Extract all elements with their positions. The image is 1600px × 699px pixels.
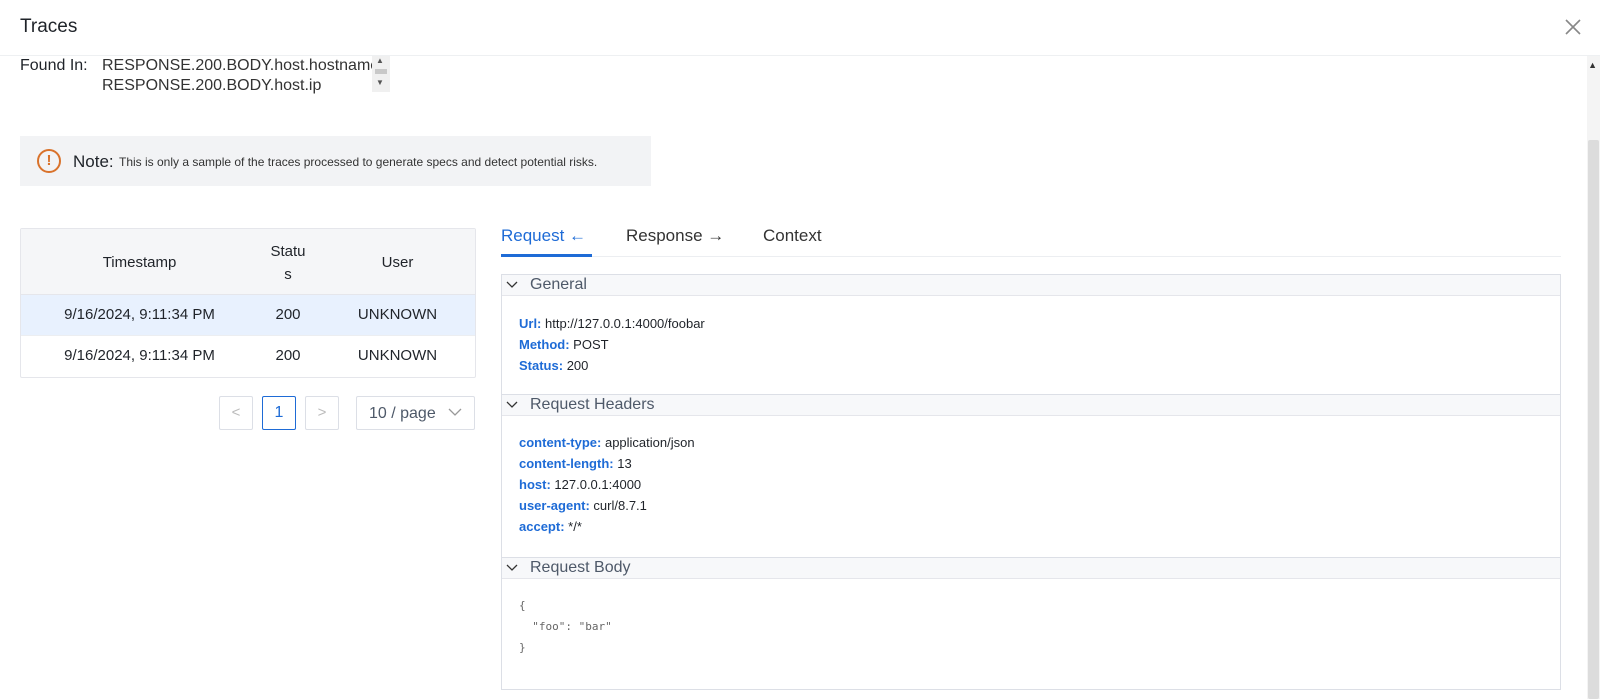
field-method: Method: POST: [519, 334, 609, 355]
header-content-type: content-type: application/json: [519, 432, 695, 453]
found-in-item: RESPONSE.200.BODY.host.hostname: [102, 57, 380, 74]
request-body-line: }: [519, 641, 526, 654]
general-panel-title: General: [530, 276, 587, 293]
request-body-line: "foo": "bar": [519, 620, 612, 633]
page-size-value: 10 / page: [369, 405, 436, 422]
field-value: */*: [568, 519, 582, 534]
chevron-down-icon: [506, 401, 518, 408]
cell-timestamp: 9/16/2024, 9:11:34 PM: [64, 347, 215, 364]
found-in-scrollbar[interactable]: ▲ ▼: [372, 56, 390, 92]
general-panel-header[interactable]: General: [502, 275, 1560, 296]
request-headers-panel: Request Headers content-type: applicatio…: [501, 394, 1561, 558]
scroll-up-arrow-icon[interactable]: ▲: [376, 56, 384, 65]
page-size-select[interactable]: 10 / page: [356, 396, 475, 430]
request-body-panel-title: Request Body: [530, 559, 631, 576]
request-headers-panel-title: Request Headers: [530, 396, 655, 413]
field-value: application/json: [604, 435, 695, 450]
field-key: user-agent:: [519, 498, 590, 513]
cell-timestamp: 9/16/2024, 9:11:34 PM: [64, 306, 215, 323]
field-key: content-type:: [519, 435, 602, 450]
note-banner: ! Note: This is only a sample of the tra…: [20, 136, 651, 186]
modal-header: Traces: [0, 0, 1600, 56]
chevron-left-icon: <: [231, 404, 241, 421]
prev-page-button[interactable]: <: [219, 396, 253, 430]
found-in-item: RESPONSE.200.BODY.host.ip: [102, 77, 322, 94]
field-key: Method:: [519, 337, 570, 352]
table-row[interactable]: 9/16/2024, 9:11:34 PM 200 UNKNOWN: [21, 295, 475, 336]
field-url: Url: http://127.0.0.1:4000/foobar: [519, 313, 705, 334]
scroll-up-arrow-icon[interactable]: ▲: [1588, 60, 1597, 70]
request-headers-panel-header[interactable]: Request Headers: [502, 395, 1560, 416]
table-header: Timestamp Statu s User: [21, 229, 475, 295]
request-body-panel-header[interactable]: Request Body: [502, 558, 1560, 579]
header-user-agent: user-agent: curl/8.7.1: [519, 495, 647, 516]
column-header-status-line: Statu: [270, 243, 306, 260]
chevron-down-icon: [506, 281, 518, 288]
request-body-line: {: [519, 599, 526, 612]
traces-table: Timestamp Statu s User 9/16/2024, 9:11:3…: [20, 228, 476, 378]
exclamation-circle-icon: !: [37, 149, 61, 173]
field-status: Status: 200: [519, 355, 588, 376]
tab-context[interactable]: Context: [763, 226, 822, 246]
header-host: host: 127.0.0.1:4000: [519, 474, 641, 495]
found-in-list: RESPONSE.200.BODY.host.hostname RESPONSE…: [102, 56, 392, 96]
field-value: 13: [617, 456, 632, 471]
column-header-timestamp[interactable]: Timestamp: [21, 229, 258, 295]
detail-tabs: Request ← Response → Context: [501, 218, 1561, 257]
chevron-down-icon: [506, 564, 518, 571]
page-1-button[interactable]: 1: [262, 396, 296, 430]
chevron-right-icon: >: [317, 404, 327, 421]
field-value: POST: [573, 337, 609, 352]
header-content-length: content-length: 13: [519, 453, 632, 474]
column-header-status[interactable]: Statu s: [258, 229, 318, 295]
modal-title: Traces: [20, 16, 78, 37]
cell-status: 200: [275, 347, 301, 364]
field-key: accept:: [519, 519, 565, 534]
field-value: http://127.0.0.1:4000/foobar: [545, 316, 705, 331]
column-header-status-line: s: [284, 266, 292, 283]
note-title: Note:: [73, 152, 114, 171]
header-accept: accept: */*: [519, 516, 582, 537]
table-row[interactable]: 9/16/2024, 9:11:34 PM 200 UNKNOWN: [21, 336, 475, 377]
column-header-user[interactable]: User: [318, 229, 475, 295]
general-panel: General Url: http://127.0.0.1:4000/fooba…: [501, 274, 1561, 395]
found-in-scrollbar-thumb[interactable]: [375, 69, 387, 74]
chevron-down-icon: [448, 408, 462, 416]
tab-response[interactable]: Response →: [626, 226, 724, 246]
column-header-status-text: Statu s: [270, 240, 305, 286]
field-value: 200: [566, 358, 589, 373]
cell-status: 200: [275, 306, 301, 323]
close-icon[interactable]: [1562, 16, 1584, 38]
request-body-panel-bottom-border: [501, 689, 1561, 690]
field-key: Url:: [519, 316, 542, 331]
field-value: curl/8.7.1: [593, 498, 647, 513]
tab-request[interactable]: Request ←: [501, 226, 586, 246]
cell-user: UNKNOWN: [357, 306, 438, 323]
found-in-label: Found In:: [20, 57, 88, 74]
field-key: host:: [519, 477, 551, 492]
next-page-button[interactable]: >: [305, 396, 339, 430]
page-scrollbar-thumb[interactable]: [1588, 140, 1599, 699]
cell-user: UNKNOWN: [357, 347, 438, 364]
note-text: This is only a sample of the traces proc…: [119, 155, 598, 169]
active-tab-indicator: [501, 254, 592, 257]
field-key: Status:: [519, 358, 564, 373]
request-body-panel: Request Body { "foo": "bar" }: [501, 557, 1561, 689]
scroll-down-arrow-icon[interactable]: ▼: [376, 78, 384, 87]
field-value: 127.0.0.1:4000: [554, 477, 642, 492]
field-key: content-length:: [519, 456, 614, 471]
